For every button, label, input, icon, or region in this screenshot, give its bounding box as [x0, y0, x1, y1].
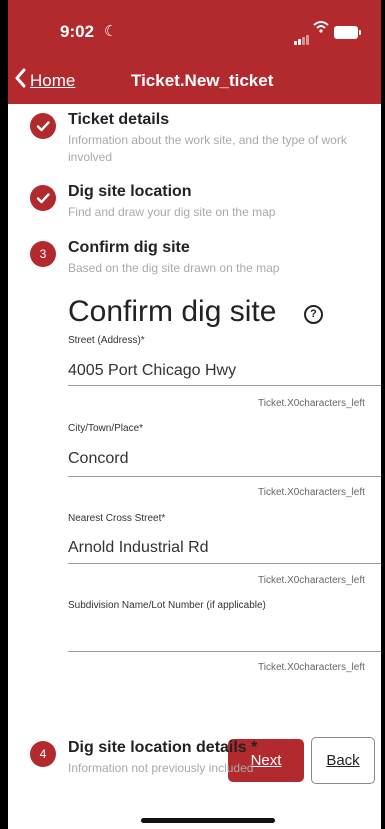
city-underline	[68, 476, 381, 477]
characters-left-note: Ticket.X0characters_left	[258, 662, 365, 673]
chevron-left-icon[interactable]	[14, 68, 26, 94]
street-address-label: Street (Address)*	[68, 335, 145, 346]
step-description: Based on the dig site drawn on the map	[68, 261, 280, 275]
step-number-badge: 4	[30, 741, 56, 767]
check-icon	[30, 185, 56, 211]
cross-street-input[interactable]: Arnold Industrial Rd	[68, 539, 209, 557]
phone-screen: 9:02 ☾ Home Ticket.New_ticket Ticket det…	[8, 0, 381, 829]
status-time: 9:02	[60, 22, 95, 41]
home-indicator[interactable]	[141, 818, 275, 823]
characters-left-note: Ticket.X0characters_left	[258, 398, 365, 409]
street-address-underline	[68, 385, 381, 386]
page-title: Ticket.New_ticket	[131, 71, 274, 90]
device-frame-left	[0, 0, 8, 829]
street-address-input[interactable]: 4005 Port Chicago Hwy	[68, 362, 236, 380]
nav-bar: Home Ticket.New_ticket	[8, 60, 381, 104]
subdivision-underline	[68, 651, 381, 652]
step-title: Ticket details	[68, 111, 170, 128]
step-title: Dig site location details *	[68, 739, 258, 756]
check-icon	[30, 113, 56, 139]
device-frame-right	[381, 0, 385, 829]
status-bar: 9:02 ☾	[8, 0, 381, 60]
form-title: Confirm dig site	[68, 295, 277, 328]
moon-icon: ☾	[104, 23, 118, 40]
battery-icon	[334, 26, 361, 39]
wifi-icon	[313, 20, 329, 37]
subdivision-label: Subdivision Name/Lot Number (if applicab…	[68, 600, 266, 611]
signal-icon	[294, 27, 310, 45]
characters-left-note: Ticket.X0characters_left	[258, 487, 365, 498]
cross-street-label: Nearest Cross Street*	[68, 513, 166, 524]
step-description: Information not previously included	[68, 761, 254, 775]
step-number-badge: 3	[30, 241, 56, 267]
home-back-link[interactable]: Home	[30, 71, 75, 91]
step-description: Find and draw your dig site on the map	[68, 205, 276, 219]
step-title: Confirm dig site	[68, 239, 190, 256]
cross-street-underline	[68, 563, 381, 564]
characters-left-note: Ticket.X0characters_left	[258, 575, 365, 586]
step-description: Information about the work site, and the…	[68, 133, 347, 164]
help-circle-icon[interactable]: ?	[304, 305, 323, 324]
step-title: Dig site location	[68, 183, 192, 200]
city-label: City/Town/Place*	[68, 423, 144, 434]
city-input[interactable]: Concord	[68, 450, 128, 468]
